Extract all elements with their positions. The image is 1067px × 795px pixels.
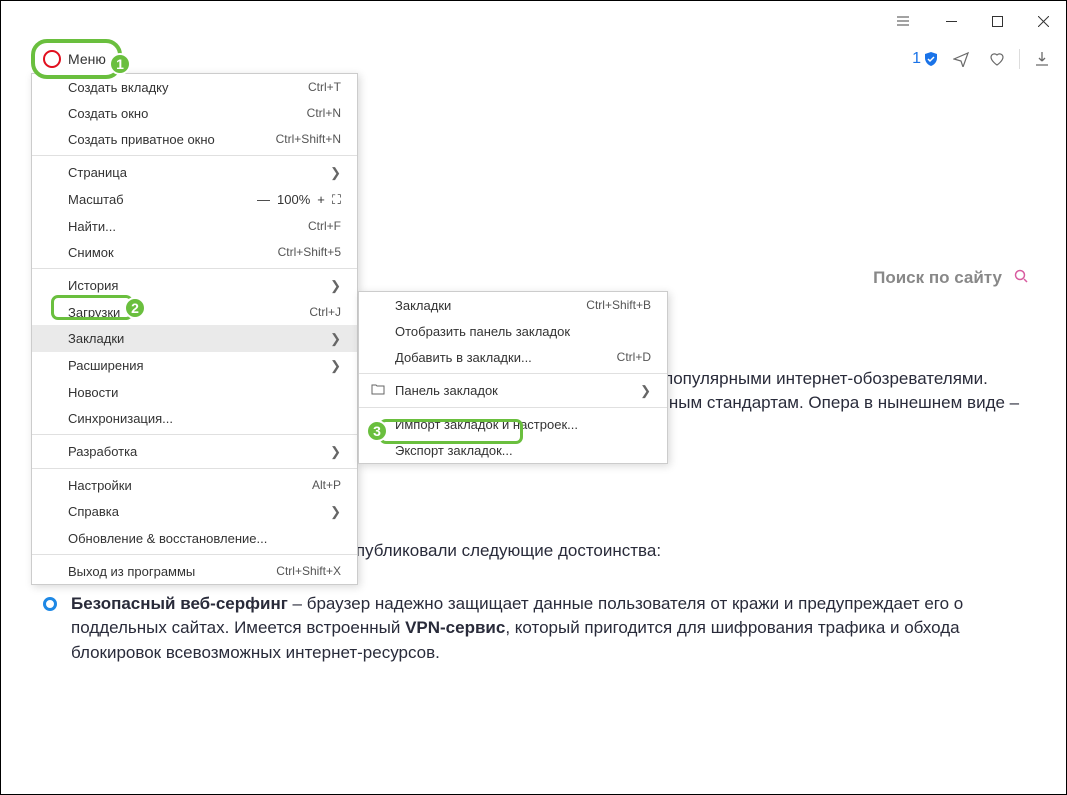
downloads-icon[interactable] [1028, 45, 1056, 73]
menu-item-update-recovery[interactable]: Обновление & восстановление... [32, 525, 357, 551]
menu-item-help[interactable]: Справка❯ [32, 498, 357, 525]
opera-logo-icon [43, 50, 61, 68]
menu-item-page[interactable]: Страница❯ [32, 159, 357, 186]
bullet-lead: Безопасный веб-серфинг [71, 594, 288, 613]
vpn-text: VPN-сервис [405, 618, 505, 637]
chevron-right-icon: ❯ [640, 383, 651, 399]
zoom-in-button[interactable]: + [317, 192, 325, 207]
menu-item-downloads[interactable]: ЗагрузкиCtrl+J [32, 299, 357, 325]
submenu-item-add-bookmark[interactable]: Добавить в закладки...Ctrl+D [359, 344, 667, 370]
annotation-badge-3: 3 [366, 420, 388, 442]
menu-item-new-window[interactable]: Создать окноCtrl+N [32, 100, 357, 126]
zoom-reset-button[interactable]: ⛶ [332, 192, 341, 208]
maximize-button[interactable] [974, 1, 1020, 41]
menu-item-developer[interactable]: Разработка❯ [32, 438, 357, 465]
send-icon[interactable] [947, 45, 975, 73]
shield-badge[interactable]: 1 [912, 50, 939, 68]
folder-icon [371, 382, 385, 399]
menu-label: Меню [68, 51, 106, 67]
search-label[interactable]: Поиск по сайту [873, 266, 1002, 291]
chevron-right-icon: ❯ [330, 331, 341, 347]
menu-item-new-private-window[interactable]: Создать приватное окноCtrl+Shift+N [32, 126, 357, 152]
chevron-right-icon: ❯ [330, 504, 341, 520]
chevron-right-icon: ❯ [330, 358, 341, 374]
bookmarks-submenu: ЗакладкиCtrl+Shift+B Отобразить панель з… [358, 291, 668, 464]
chevron-right-icon: ❯ [330, 165, 341, 181]
menu-item-history[interactable]: История❯ [32, 272, 357, 299]
submenu-item-export[interactable]: Экспорт закладок... [359, 437, 667, 463]
submenu-item-bookmark-bar[interactable]: Панель закладок❯ [359, 377, 667, 404]
menu-item-extensions[interactable]: Расширения❯ [32, 352, 357, 379]
bullet-item: Безопасный веб-серфинг – браузер надежно… [43, 592, 1038, 666]
address-bar-tools: 1 [912, 41, 1056, 77]
opera-main-menu: Создать вкладкуCtrl+T Создать окноCtrl+N… [31, 73, 358, 585]
menu-item-snapshot[interactable]: СнимокCtrl+Shift+5 [32, 239, 357, 265]
menu-item-settings[interactable]: НастройкиAlt+P [32, 472, 357, 498]
submenu-item-import[interactable]: Импорт закладок и настроек... [359, 411, 667, 437]
annotation-badge-2: 2 [124, 297, 146, 319]
zoom-value: 100% [277, 192, 310, 207]
shield-count: 1 [912, 50, 921, 68]
easy-setup-icon[interactable] [880, 1, 926, 41]
menu-item-sync[interactable]: Синхронизация... [32, 405, 357, 431]
menu-item-zoom[interactable]: Масштаб — 100% + ⛶ [32, 186, 357, 213]
menu-item-find[interactable]: Найти...Ctrl+F [32, 213, 357, 239]
chevron-right-icon: ❯ [330, 444, 341, 460]
close-button[interactable] [1020, 1, 1066, 41]
submenu-item-show-bar[interactable]: Отобразить панель закладок [359, 318, 667, 344]
menu-item-news[interactable]: Новости [32, 379, 357, 405]
minimize-button[interactable] [928, 1, 974, 41]
menu-item-exit[interactable]: Выход из программыCtrl+Shift+X [32, 558, 357, 584]
search-icon[interactable] [1014, 266, 1028, 291]
bullet-icon [43, 597, 57, 611]
zoom-out-button[interactable]: — [257, 192, 270, 207]
opera-menu-button[interactable]: Меню [31, 39, 122, 79]
menu-item-bookmarks[interactable]: Закладки❯ [32, 325, 357, 352]
chevron-right-icon: ❯ [330, 278, 341, 294]
window-controls [928, 1, 1066, 41]
annotation-badge-1: 1 [109, 53, 131, 75]
heart-icon[interactable] [983, 45, 1011, 73]
submenu-item-bookmarks[interactable]: ЗакладкиCtrl+Shift+B [359, 292, 667, 318]
